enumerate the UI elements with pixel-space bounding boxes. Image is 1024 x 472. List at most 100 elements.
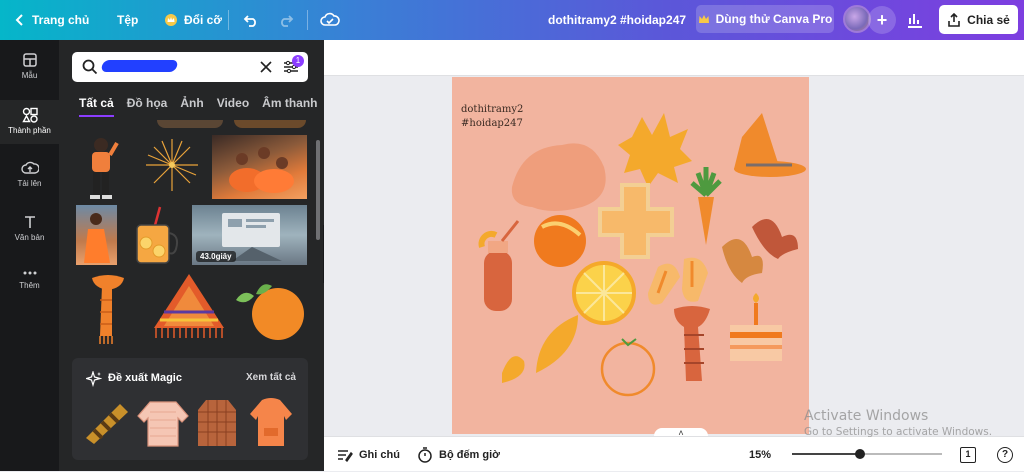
windows-activation-watermark: Activate Windows Go to Settings to activ… bbox=[804, 408, 992, 438]
notes-label: Ghi chú bbox=[359, 448, 400, 461]
cloud-save-button[interactable] bbox=[320, 0, 340, 40]
share-label: Chia sẻ bbox=[967, 12, 1010, 27]
notes-icon bbox=[338, 449, 353, 462]
tab-videos[interactable]: Video bbox=[217, 96, 249, 117]
analytics-button[interactable] bbox=[906, 0, 924, 40]
document-title-text: dothitramy2 #hoidap247 bbox=[548, 13, 687, 27]
undo-button[interactable] bbox=[243, 0, 259, 40]
lemon-slice bbox=[572, 261, 636, 325]
carrot bbox=[698, 197, 714, 245]
zoom-slider[interactable] bbox=[792, 449, 942, 459]
witch-hat bbox=[734, 113, 806, 170]
zoom-slider-knob[interactable] bbox=[855, 449, 865, 459]
see-all-link[interactable]: Xem tất cả bbox=[246, 372, 296, 383]
yellow-splash bbox=[618, 113, 692, 187]
sparkle-icon bbox=[86, 371, 102, 387]
plus-icon: + bbox=[876, 9, 888, 30]
maple-leaf bbox=[752, 219, 798, 259]
result-tile[interactable] bbox=[232, 272, 310, 342]
template-icon bbox=[22, 53, 37, 67]
avatar[interactable] bbox=[843, 5, 871, 33]
resize-button[interactable]: Đổi cỡ bbox=[164, 0, 222, 40]
rail-item-text[interactable]: Văn bản bbox=[0, 214, 59, 242]
category-tabs: Tất cả Đồ họa Ảnh Video Âm thanh bbox=[79, 96, 318, 117]
redo-button[interactable] bbox=[278, 0, 294, 40]
rail-label: Thành phần bbox=[8, 126, 51, 135]
rail-item-more[interactable]: Thêm bbox=[0, 268, 59, 290]
top-toolbar: Trang chủ Tệp Đổi cỡ dothitramy2 #hoidap… bbox=[0, 0, 1024, 40]
zoom-slider-fill bbox=[792, 453, 860, 455]
canvas-text-line: #hoidap247 bbox=[461, 118, 523, 129]
rail-item-elements[interactable]: Thành phần bbox=[0, 100, 59, 144]
result-tile[interactable]: 43.0giây bbox=[192, 205, 307, 265]
result-tile[interactable] bbox=[76, 205, 117, 265]
tab-graphics[interactable]: Đồ họa bbox=[127, 96, 168, 117]
crown-icon bbox=[698, 15, 709, 23]
context-toolbar bbox=[324, 40, 1024, 76]
add-collaborator-button[interactable]: + bbox=[868, 6, 896, 34]
search-input[interactable]: 1 bbox=[72, 52, 308, 82]
rail-label: Mẫu bbox=[21, 71, 38, 80]
home-button[interactable]: Trang chủ bbox=[14, 0, 89, 40]
page-count-button[interactable]: 1 bbox=[960, 437, 976, 472]
design-canvas[interactable]: dothitramy2 #hoidap247 bbox=[452, 77, 809, 434]
side-rail: Mẫu Thành phần Tải lên Văn bản Thêm bbox=[0, 40, 59, 471]
timer-button[interactable]: Bộ đếm giờ bbox=[417, 437, 500, 472]
rail-item-uploads[interactable]: Tải lên bbox=[0, 160, 59, 188]
help-icon: ? bbox=[997, 446, 1013, 463]
help-button[interactable]: ? bbox=[997, 437, 1013, 472]
result-tile[interactable] bbox=[79, 135, 123, 201]
notes-button[interactable]: Ghi chú bbox=[337, 437, 400, 472]
bottom-toolbar: Ghi chú Bộ đếm giờ 15% 1 ? bbox=[324, 436, 1024, 471]
flip-flop bbox=[648, 263, 680, 305]
tab-all[interactable]: Tất cả bbox=[79, 96, 114, 117]
magic-suggestions: Đề xuất Magic Xem tất cả bbox=[72, 358, 308, 460]
result-tile[interactable] bbox=[142, 135, 202, 197]
redacted-search-text bbox=[100, 60, 179, 72]
home-label: Trang chủ bbox=[32, 13, 90, 27]
file-label: Tệp bbox=[117, 13, 139, 27]
result-tile[interactable] bbox=[86, 272, 130, 346]
result-tile[interactable] bbox=[212, 135, 307, 199]
timer-icon bbox=[418, 446, 432, 463]
tab-audio[interactable]: Âm thanh bbox=[262, 96, 317, 117]
share-button[interactable]: Chia sẻ bbox=[939, 5, 1018, 34]
autumn-leaf bbox=[536, 315, 578, 373]
scarf-illustration bbox=[92, 275, 124, 344]
elements-panel: 1 Tất cả Đồ họa Ảnh Video Âm thanh 43.0g… bbox=[59, 40, 324, 471]
clear-icon[interactable] bbox=[260, 61, 272, 73]
canvas-textbox[interactable]: dothitramy2 #hoidap247 bbox=[461, 103, 523, 131]
magic-item-hoodie[interactable] bbox=[248, 398, 294, 448]
result-tile[interactable] bbox=[234, 120, 306, 128]
zoom-value[interactable]: 15% bbox=[749, 437, 771, 472]
elements-icon bbox=[21, 107, 38, 123]
crown-icon bbox=[165, 14, 177, 26]
result-tile[interactable] bbox=[132, 205, 182, 267]
try-pro-button[interactable]: Dùng thử Canva Pro bbox=[696, 5, 834, 33]
result-tile[interactable] bbox=[152, 272, 226, 344]
magic-item-coat[interactable] bbox=[196, 398, 238, 448]
video-duration-badge: 43.0giây bbox=[196, 251, 236, 262]
photo-people-orange bbox=[229, 147, 294, 193]
rail-label: Văn bản bbox=[14, 233, 45, 242]
zoom-label: 15% bbox=[749, 448, 772, 461]
magic-item-scarf[interactable] bbox=[80, 398, 132, 444]
plus-shape bbox=[598, 183, 674, 259]
fireworks-illustration bbox=[146, 139, 198, 191]
upload-icon bbox=[20, 161, 39, 174]
timer-label: Bộ đếm giờ bbox=[439, 448, 500, 461]
result-tile[interactable] bbox=[157, 120, 223, 128]
orange-half bbox=[534, 215, 586, 267]
document-title[interactable]: dothitramy2 #hoidap247 bbox=[548, 0, 686, 40]
upload-share-icon bbox=[948, 12, 960, 27]
file-menu[interactable]: Tệp bbox=[117, 0, 138, 40]
maple-leaf bbox=[722, 239, 763, 283]
rail-item-templates[interactable]: Mẫu bbox=[0, 52, 59, 80]
magic-item-sweater[interactable] bbox=[136, 398, 190, 448]
orange-juice-mug-illustration bbox=[136, 206, 179, 264]
bar-chart-icon bbox=[908, 14, 922, 28]
panel-scrollbar[interactable] bbox=[316, 140, 320, 240]
undo-icon bbox=[243, 15, 256, 27]
person-illustration bbox=[90, 138, 119, 199]
tab-photos[interactable]: Ảnh bbox=[180, 96, 203, 117]
